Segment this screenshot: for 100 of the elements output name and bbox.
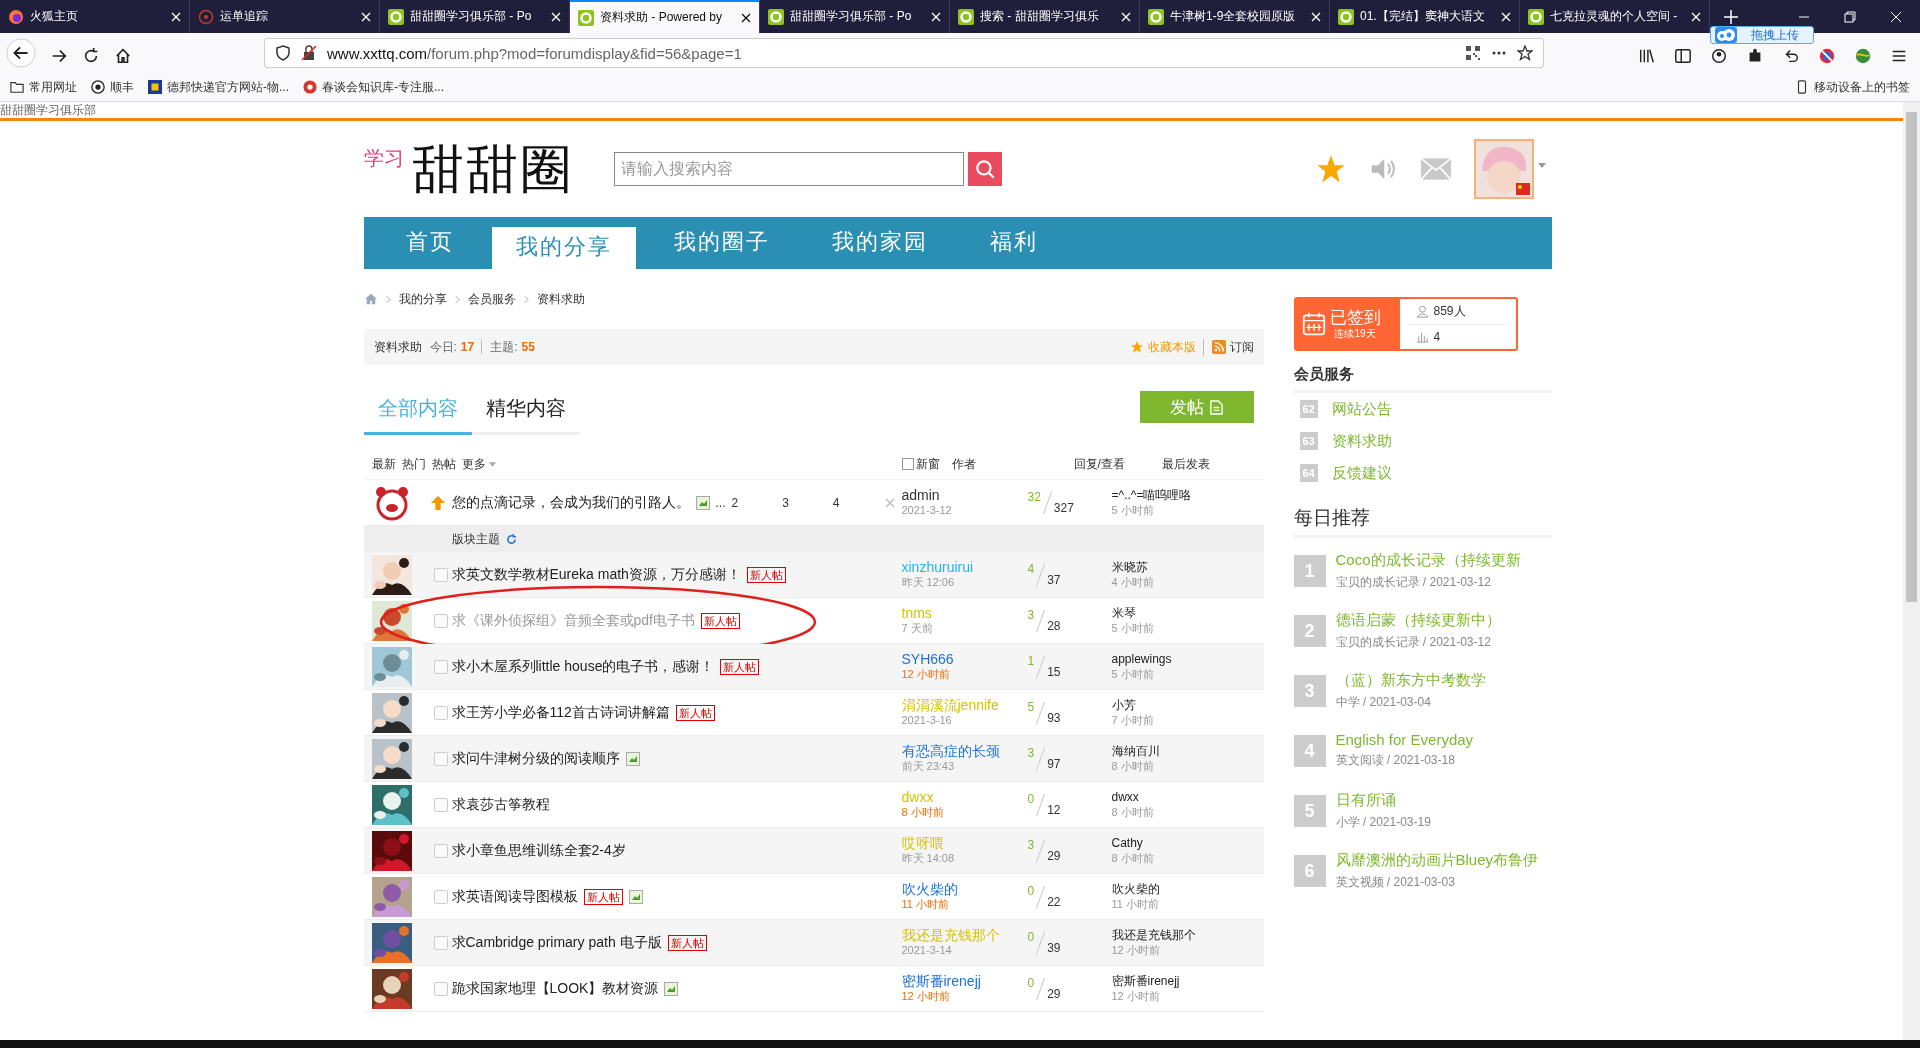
new-tab-icon[interactable] [1724,9,1738,24]
scrollbar[interactable] [1903,102,1920,1040]
thread-title[interactable]: 求袁莎古筝教程 [451,795,550,814]
nav-tab[interactable]: 我的家园 [807,222,952,264]
stat-label: 今日: [429,338,457,356]
sign-streak: 连续19天 [1334,327,1376,339]
qr-code-icon[interactable] [1465,45,1481,61]
calendar-icon [1301,312,1326,336]
thread-title[interactable]: 求问牛津树分级的阅读顺序 [451,749,620,768]
last-poster[interactable]: =^..^=喵呜哩咯 [1111,487,1218,503]
search-field[interactable]: 请输入搜索内容 [613,152,964,186]
recommend-meta: 宝贝的成长记录 / 2021-03-12 [1335,634,1492,651]
caret-icon[interactable] [1537,163,1546,168]
last-poster[interactable]: 米晓苏 [1111,559,1218,575]
bookmark-link[interactable]: 德邦快递官方网站-物... [148,78,289,96]
author-name[interactable]: SYH666 [901,651,1024,667]
thread-title[interactable]: 求英语阅读导图模板 [451,887,578,906]
breadcrumb-link[interactable]: 会员服务 [467,290,516,308]
thread-title[interactable]: 求Cambridge primary path 电子版 [451,933,662,952]
reply-count: 0 [1027,883,1035,898]
subscribe-link[interactable]: 订阅 [1229,338,1254,356]
ring-icon [1338,8,1354,25]
last-poster[interactable]: 我还是充钱那个 [1111,927,1218,943]
last-poster[interactable]: 海纳百川 [1111,743,1218,759]
view-count: 28 [1047,618,1061,633]
sidebar-icon[interactable] [1674,47,1692,65]
restore-icon[interactable] [1844,10,1856,23]
mobile-bookmarks-link[interactable]: 移动设备上的书签 [1795,78,1910,96]
view-count: 29 [1047,848,1061,863]
last-poster[interactable]: Cathy [1111,835,1218,851]
search-button[interactable] [967,152,1002,186]
url-host: www.xxttq.com [327,44,428,62]
nav-tab[interactable]: 我的圈子 [649,222,794,264]
nav-tab[interactable]: 首页 [381,222,478,264]
filter-link[interactable]: 热帖 [431,455,456,473]
post-date: 12 小时前 [901,989,951,1004]
filter-link[interactable]: 热门 [401,455,426,473]
author-name[interactable]: admin [901,487,1024,503]
breadcrumb-link[interactable]: 资料求助 [536,290,585,308]
filter-link[interactable]: 最新 [371,455,396,473]
upload-badge[interactable]: 拖拽上传 [1710,26,1814,44]
block-script-icon[interactable] [1818,47,1836,65]
post-date: 2021-3-16 [901,713,953,728]
last-poster[interactable]: 吹火柴的 [1111,881,1218,897]
home-icon[interactable] [114,47,132,65]
filter-link[interactable]: 更多 [461,455,486,473]
last-poster[interactable]: applewings [1111,651,1218,667]
last-poster[interactable]: dwxx [1111,789,1218,805]
page-link[interactable]: 4 [832,495,878,510]
firefox-icon [8,8,24,25]
content-tab[interactable]: 精华内容 [471,385,580,435]
close-icon[interactable] [741,12,751,23]
page-link[interactable]: 3 [782,495,827,510]
thread-title[interactable]: 求王芳小学必备112首古诗词讲解篇 [451,703,670,722]
thread-title[interactable]: 跪求国家地理【LOOK】教材资源 [451,979,659,998]
last-post-time: 12 小时前 [1111,988,1161,1004]
bookmark-link[interactable]: 春谈会知识库-专注服... [303,78,444,96]
view-count: 29 [1047,986,1061,1001]
refresh-icon[interactable] [505,533,517,545]
ring-icon [1148,8,1164,25]
thread-icon [433,705,448,720]
new-user-badge: 新人帖 [667,934,707,951]
new-user-badge: 新人帖 [583,888,623,905]
thread-title[interactable]: 求小木屋系列little house的电子书，感谢！ [451,657,715,676]
star-icon[interactable] [1315,154,1346,184]
url-path: /forum.php?mod=forumdisplay&fid=56&page=1 [427,44,742,62]
bookmark-star-icon[interactable] [1517,45,1533,61]
new-user-badge: 新人帖 [675,704,715,721]
author-name[interactable]: 有恐高症的长颈 [901,743,1024,759]
view-count: 37 [1047,572,1061,587]
browser-tab[interactable]: 资料求助 - Powered by [570,0,760,33]
bookmark-link[interactable]: 常用网址 [10,78,77,96]
reload-icon[interactable] [82,47,100,65]
recommend-meta: 中学 / 2021-03-04 [1335,694,1432,711]
page-link[interactable]: 2 [731,495,777,510]
nav-tab[interactable]: 我的分享 [491,227,636,269]
ring-icon [768,8,784,25]
nav-tab[interactable]: 福利 [965,222,1062,264]
reply-count: 0 [1027,791,1035,806]
breadcrumb-link[interactable]: 我的分享 [398,290,447,308]
globe-icon[interactable] [1854,47,1872,65]
last-poster[interactable]: 小芳 [1111,697,1218,713]
last-post-time: 5 小时前 [1111,502,1155,518]
section-label: 版块主题 [451,530,500,548]
reply-count: 3 [1027,607,1035,622]
back-icon[interactable] [6,38,36,68]
account-icon[interactable] [1710,47,1728,65]
scrollbar-thumb[interactable] [1906,112,1917,602]
author-name[interactable]: 密斯番irenejj [901,973,1024,989]
forward-icon[interactable] [50,47,68,65]
new-window-checkbox[interactable]: 新窗 [901,455,952,473]
thread-title[interactable]: 求英文数学教材Eureka math资源，万分感谢！ [451,565,741,584]
bookmark-link[interactable]: 顺丰 [91,78,134,96]
thread-title[interactable]: 您的点滴记录，会成为我们的引路人。 [451,493,690,512]
thread-title[interactable]: 求小章鱼思维训练全套2-4岁 [451,841,626,860]
last-poster[interactable]: 密斯番irenejj [1111,973,1218,989]
library-icon[interactable] [1638,47,1656,65]
author-name[interactable]: 吹火柴的 [901,881,1024,897]
last-poster[interactable]: 米琴 [1111,605,1218,621]
address-bar[interactable]: www.xxttq.com/forum.php?mod=forumdisplay&fid=56&page=1 [264,38,1544,68]
